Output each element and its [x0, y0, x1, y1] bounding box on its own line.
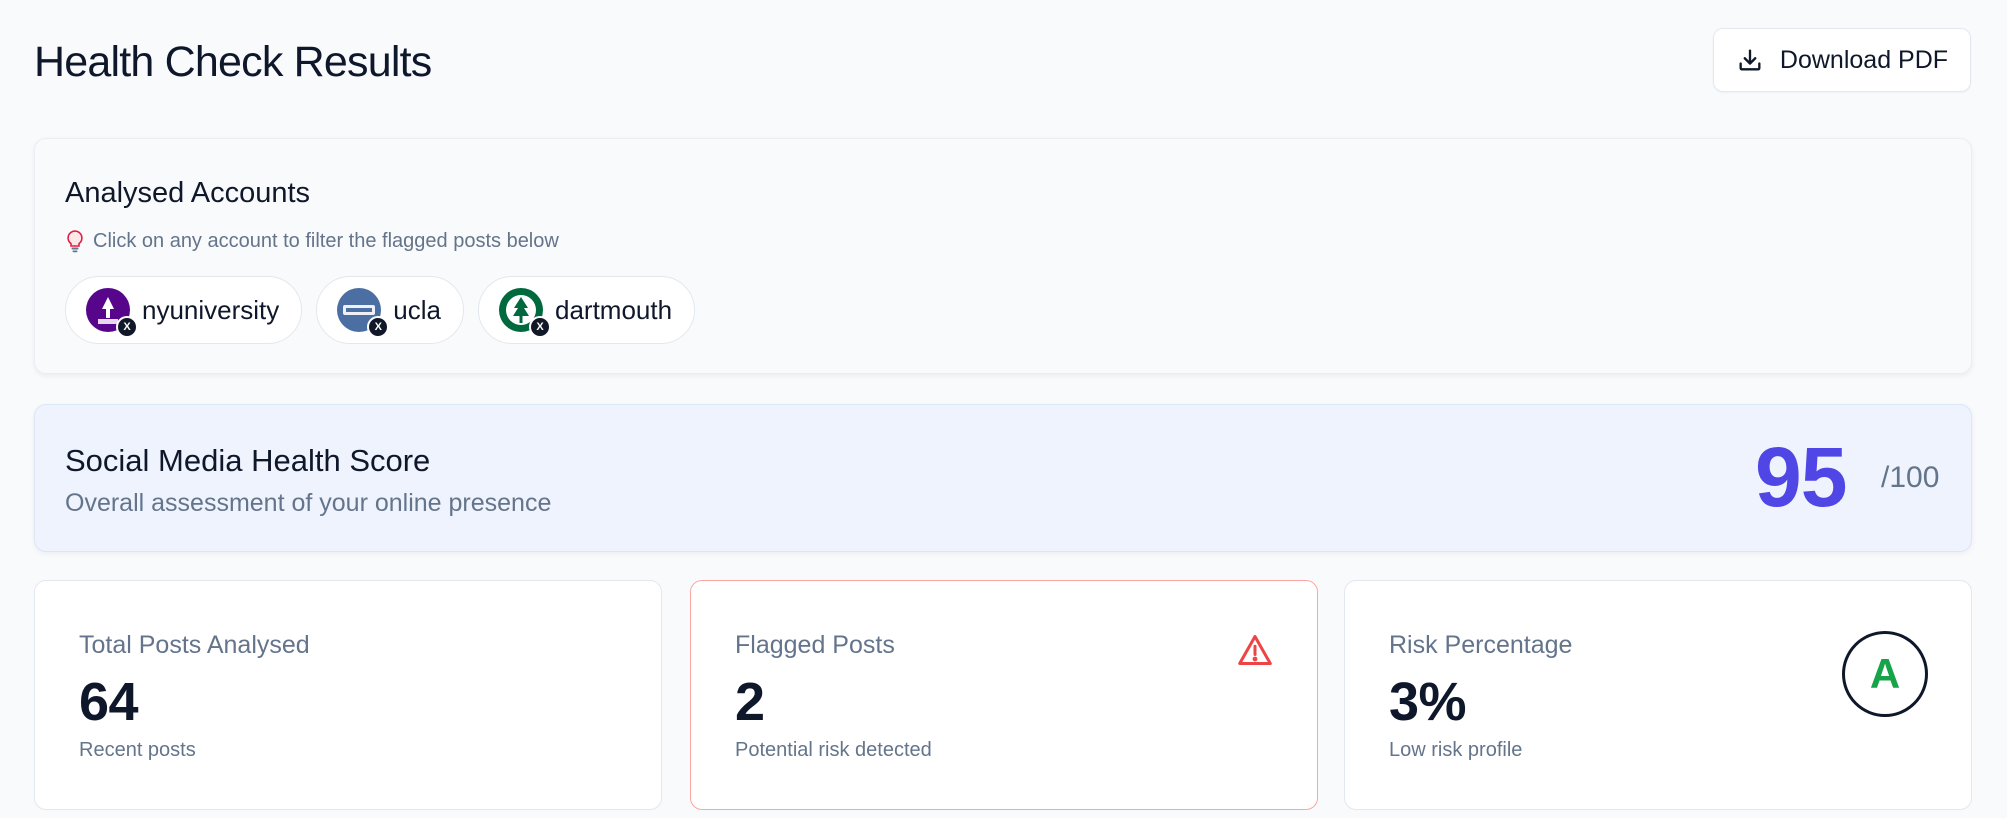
- avatar-wrapper: X: [337, 288, 390, 338]
- total-posts-card: Total Posts Analysed 64 Recent posts: [34, 580, 662, 810]
- warning-icon: [1238, 635, 1272, 665]
- stat-value: 2: [735, 672, 765, 732]
- risk-grade-badge: A: [1842, 631, 1928, 717]
- lightbulb-icon: [67, 230, 83, 253]
- stat-value: 64: [79, 672, 139, 732]
- health-score-title: Social Media Health Score: [65, 443, 431, 478]
- analysed-accounts-card: Analysed Accounts Click on any account t…: [34, 138, 1972, 374]
- health-score-card: Social Media Health Score Overall assess…: [34, 404, 1972, 552]
- download-icon: [1739, 49, 1761, 71]
- accounts-hint: Click on any account to filter the flagg…: [65, 229, 559, 253]
- stat-label: Risk Percentage: [1389, 631, 1573, 659]
- health-score-value: 95: [1755, 430, 1847, 524]
- stat-label: Total Posts Analysed: [79, 631, 310, 659]
- account-handle: nyuniversity: [142, 294, 280, 325]
- risk-percentage-card: Risk Percentage 3% Low risk profile A: [1344, 580, 1972, 810]
- page-title: Health Check Results: [34, 38, 432, 86]
- avatar-wrapper: X: [86, 288, 138, 338]
- avatar-wrapper: X: [498, 288, 551, 338]
- account-chip-dartmouth[interactable]: X dartmouth: [477, 276, 696, 344]
- accounts-hint-text: Click on any account to filter the flagg…: [93, 229, 559, 252]
- account-chip-nyuniversity[interactable]: X nyuniversity: [65, 276, 303, 344]
- stat-note: Low risk profile: [1389, 739, 1523, 761]
- analysed-accounts-title: Analysed Accounts: [65, 177, 311, 209]
- stat-note: Recent posts: [79, 739, 196, 761]
- stat-note: Potential risk detected: [735, 739, 932, 761]
- download-pdf-label: Download PDF: [1779, 45, 1949, 74]
- stat-value: 3%: [1389, 672, 1467, 732]
- health-score-max: /100: [1881, 461, 1940, 494]
- flagged-posts-card[interactable]: Flagged Posts 2 Potential risk detected: [690, 580, 1318, 810]
- account-chip-ucla[interactable]: X ucla: [316, 276, 464, 344]
- download-pdf-button[interactable]: Download PDF: [1713, 28, 1971, 92]
- account-handle: dartmouth: [554, 294, 673, 325]
- account-list: X nyuniversity X ucla X dartmouth: [65, 276, 696, 344]
- stat-label: Flagged Posts: [735, 631, 895, 659]
- health-check-page: Health Check Results Download PDF Analys…: [0, 0, 2007, 818]
- x-platform-badge-icon: X: [367, 316, 390, 338]
- health-score-subtitle: Overall assessment of your online presen…: [65, 489, 552, 517]
- x-platform-badge-icon: X: [528, 316, 551, 338]
- x-platform-badge-icon: X: [116, 316, 138, 338]
- account-handle: ucla: [393, 294, 441, 325]
